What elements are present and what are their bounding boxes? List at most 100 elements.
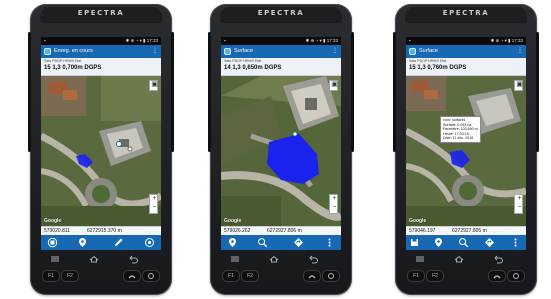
- save-icon[interactable]: [409, 237, 420, 248]
- more-icon[interactable]: [324, 237, 335, 248]
- home-key-icon[interactable]: [87, 254, 101, 264]
- zoom-in-button[interactable]: +: [150, 195, 159, 204]
- overflow-menu-icon[interactable]: ⋮: [152, 45, 158, 58]
- satellite-map[interactable]: ▣ + − Google: [41, 76, 161, 226]
- brand-logo: EPECTRA: [77, 9, 125, 17]
- function-keys: F1 F2: [210, 270, 352, 284]
- app-icon[interactable]: [409, 48, 416, 55]
- navigate-icon[interactable]: [484, 237, 495, 248]
- call-key-icon[interactable]: [488, 270, 506, 282]
- home-key-icon[interactable]: [452, 254, 466, 264]
- layer-control[interactable]: ▣: [514, 80, 523, 91]
- search-icon[interactable]: [458, 237, 469, 248]
- zoom-out-button[interactable]: −: [150, 204, 159, 213]
- screen: ▪ ✱ ⊕ ◔ ▾ ▮ 17:33 Surface ⋮ Sats PDOP HR…: [221, 37, 341, 250]
- status-bar: ▪ ✱ ⊕ ◔ ▾ ▮ 17:33: [406, 37, 526, 45]
- gnss-info-panel: Sats PDOP HRMS Etat 14 1,3 0,650m DGPS: [221, 58, 341, 76]
- bottom-toolbar: [406, 235, 526, 250]
- google-attribution: Google: [224, 218, 242, 224]
- pin-icon[interactable]: [227, 237, 238, 248]
- clock: 17:33: [146, 38, 158, 43]
- clock: 17:33: [511, 38, 523, 43]
- f2-key[interactable]: F2: [426, 270, 444, 282]
- back-key-icon[interactable]: [306, 254, 320, 264]
- nav-keys: [224, 254, 338, 266]
- google-attribution: Google: [409, 218, 427, 224]
- app-bar: Surface ⋮: [406, 45, 526, 58]
- notification-icon: ▪: [409, 38, 411, 43]
- power-key-icon[interactable]: [142, 270, 160, 282]
- more-icon[interactable]: [510, 237, 521, 248]
- f1-key[interactable]: F1: [222, 270, 240, 282]
- home-key-icon[interactable]: [267, 254, 281, 264]
- bottom-toolbar: [221, 235, 341, 250]
- overflow-menu-icon[interactable]: ⋮: [517, 45, 523, 58]
- overflow-menu-icon[interactable]: ⋮: [332, 45, 338, 58]
- pin-icon[interactable]: [77, 237, 88, 248]
- f2-key[interactable]: F2: [241, 270, 259, 282]
- bottom-toolbar: [41, 235, 161, 250]
- feature-info-popup[interactable]: nom: surface1 Surface: 0.053 ha Périmètr…: [440, 116, 481, 143]
- brand-logo: EPECTRA: [442, 9, 490, 17]
- pin-icon[interactable]: [433, 237, 444, 248]
- status-bar: ▪ ✱ ⊕ ◔ ▾ ▮ 17:33: [41, 37, 161, 45]
- power-key-icon[interactable]: [507, 270, 525, 282]
- screen: ▪ ✱ ⊕ ◔ ▾ ▮ 17:33 Enreg. en cours ⋮ Sats…: [41, 37, 161, 250]
- device-2: EPECTRA ▪ ✱ ⊕ ◔ ▾ ▮ 17:33 Surface ⋮ Sats…: [208, 4, 354, 295]
- brand-logo: EPECTRA: [257, 9, 305, 17]
- app-title: Surface: [419, 48, 438, 54]
- pencil-icon[interactable]: [113, 237, 124, 248]
- map-canvas[interactable]: [41, 76, 161, 226]
- side-grip-right: [171, 32, 174, 152]
- zoom-control[interactable]: + −: [329, 194, 338, 214]
- back-key-icon[interactable]: [126, 254, 140, 264]
- zoom-control[interactable]: + −: [149, 194, 158, 214]
- call-key-icon[interactable]: [123, 270, 141, 282]
- zoom-in-button[interactable]: +: [515, 195, 524, 204]
- info-headers: Sats PDOP HRMS Etat: [409, 59, 447, 63]
- navigate-icon[interactable]: [293, 237, 304, 248]
- satellite-map[interactable]: nom: surface1 Surface: 0.053 ha Périmètr…: [406, 76, 526, 226]
- status-icons: ✱ ⊕ ◔ ▾ ▮: [125, 38, 146, 43]
- layer-control[interactable]: ▣: [149, 80, 158, 91]
- zoom-in-button[interactable]: +: [330, 195, 339, 204]
- menu-key-icon[interactable]: [228, 254, 242, 264]
- call-key-icon[interactable]: [303, 270, 321, 282]
- f1-key[interactable]: F1: [42, 270, 60, 282]
- popup-date: Date: 11 déc. 2018: [443, 136, 474, 141]
- side-grip-left: [28, 32, 31, 152]
- zoom-out-button[interactable]: −: [330, 204, 339, 213]
- stop-record-icon[interactable]: [47, 237, 58, 248]
- map-canvas[interactable]: [221, 76, 341, 226]
- zoom-control[interactable]: + −: [514, 194, 523, 214]
- app-title: Surface: [234, 48, 253, 54]
- menu-key-icon[interactable]: [48, 254, 62, 264]
- power-key-icon[interactable]: [322, 270, 340, 282]
- app-icon[interactable]: [224, 48, 231, 55]
- search-icon[interactable]: [257, 237, 268, 248]
- satellite-map[interactable]: ▣ + − Google: [221, 76, 341, 226]
- status-icons: ✱ ⊕ ◔ ▾ ▮: [490, 38, 511, 43]
- info-values: 14 1,3 0,650m DGPS: [224, 65, 282, 71]
- info-headers: Sats PDOP HRMS Etat: [44, 59, 82, 63]
- app-bar: Enreg. en cours ⋮: [41, 45, 161, 58]
- side-grip-left: [393, 32, 396, 152]
- nav-keys: [409, 254, 523, 266]
- gnss-info-panel: Sats PDOP HRMS Etat 15 1,3 0,700m DGPS: [41, 58, 161, 76]
- layer-control[interactable]: ▣: [329, 80, 338, 91]
- side-grip-right: [536, 32, 539, 152]
- side-grip-right: [351, 32, 354, 152]
- function-keys: F1 F2: [395, 270, 537, 284]
- f1-key[interactable]: F1: [407, 270, 425, 282]
- target-icon[interactable]: [144, 237, 155, 248]
- app-icon[interactable]: [44, 48, 51, 55]
- f2-key[interactable]: F2: [61, 270, 79, 282]
- status-icons: ✱ ⊕ ◔ ▾ ▮: [305, 38, 326, 43]
- map-canvas[interactable]: [406, 76, 526, 226]
- zoom-out-button[interactable]: −: [515, 204, 524, 213]
- clock: 17:33: [326, 38, 338, 43]
- menu-key-icon[interactable]: [413, 254, 427, 264]
- side-grip-left: [208, 32, 211, 152]
- back-key-icon[interactable]: [491, 254, 505, 264]
- info-values: 15 1,3 0,700m DGPS: [44, 65, 102, 71]
